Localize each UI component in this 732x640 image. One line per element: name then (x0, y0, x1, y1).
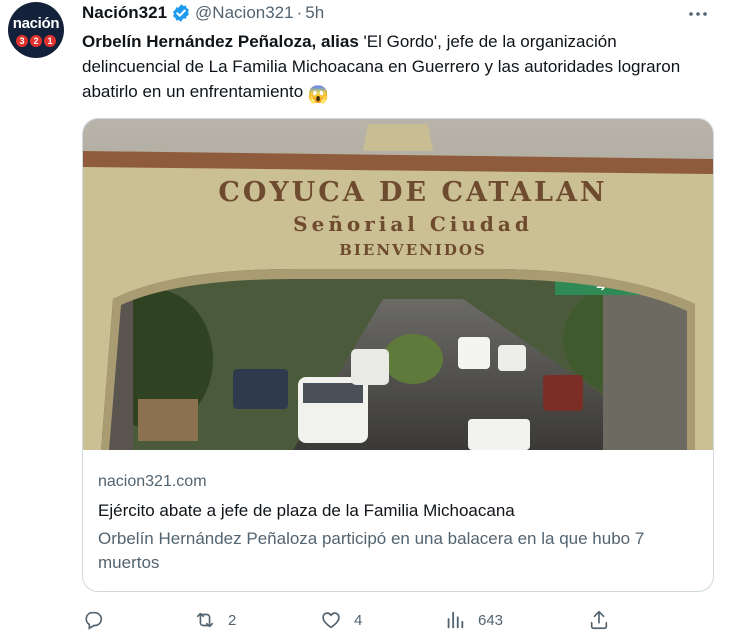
tweet-text-bold: Orbelín Hernández Peñaloza, alias (82, 32, 359, 51)
like-count: 4 (354, 611, 363, 629)
card-image[interactable]: ➜ COYUCA DE CATALAN Señorial Ciudad BIEN… (83, 119, 713, 450)
separator-dot: · (296, 3, 303, 22)
user-handle[interactable]: @Nacion321 (195, 3, 294, 23)
scream-emoji: 😱 (307, 85, 330, 104)
avatar-logo-digits: 3 2 1 (16, 35, 56, 47)
views-button[interactable]: 643 (444, 606, 503, 634)
avatar-digit: 3 (16, 35, 28, 47)
link-preview-card[interactable]: ➜ COYUCA DE CATALAN Señorial Ciudad BIEN… (82, 118, 714, 592)
tweet-action-bar: 2 4 643 (82, 606, 722, 634)
verified-badge-icon[interactable] (171, 3, 191, 23)
sign-town-name: COYUCA DE CATALAN (218, 177, 607, 208)
share-icon (590, 610, 608, 630)
reply-icon (85, 611, 103, 630)
card-title[interactable]: Ejército abate a jefe de plaza de la Fam… (98, 501, 515, 521)
heart-icon (322, 612, 340, 629)
view-count: 643 (478, 611, 504, 629)
tweet-header: Nación321 @Nacion321 · 5h (82, 2, 324, 24)
tweet-timestamp[interactable]: 5h (305, 3, 324, 23)
card-description[interactable]: Orbelín Hernández Peñaloza participó en … (98, 527, 708, 575)
avatar[interactable]: nación 3 2 1 (8, 2, 64, 58)
avatar-digit: 2 (30, 35, 42, 47)
display-name[interactable]: Nación321 (82, 3, 167, 23)
avatar-digit: 1 (44, 35, 56, 47)
sign-subtitle: Señorial Ciudad (293, 212, 533, 236)
reply-button[interactable] (82, 606, 116, 634)
more-options-icon[interactable] (686, 4, 710, 24)
retweet-button[interactable]: 2 (194, 606, 236, 634)
tweet-text: Orbelín Hernández Peñaloza, alias 'El Go… (82, 29, 702, 107)
retweet-count: 2 (228, 611, 237, 629)
sign-welcome: BIENVENIDOS (339, 241, 487, 259)
like-button[interactable]: 4 (320, 606, 362, 634)
retweet-icon (196, 612, 214, 628)
card-domain[interactable]: nacion321.com (98, 473, 207, 491)
analytics-icon (447, 611, 464, 629)
share-button[interactable] (588, 606, 610, 634)
avatar-logo-word: nación (12, 15, 60, 32)
